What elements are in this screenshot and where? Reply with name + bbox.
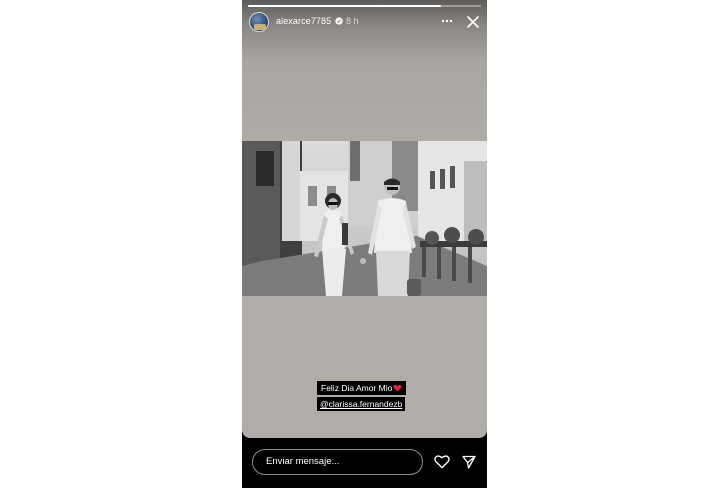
red-heart-emoji-icon: [393, 384, 402, 392]
story-photo: [242, 141, 487, 296]
avatar[interactable]: [249, 12, 269, 32]
story-progress-bar: [248, 5, 481, 7]
mention-link[interactable]: @clarissa.fernandezb: [317, 397, 406, 411]
post-time: 8 h: [346, 16, 359, 26]
more-horizontal-icon[interactable]: [441, 16, 453, 26]
close-icon[interactable]: [466, 15, 480, 29]
paper-plane-icon[interactable]: [462, 455, 476, 469]
username[interactable]: alexarce7785: [276, 16, 331, 26]
caption-message: Feliz Dia Amor Mio: [321, 383, 393, 393]
caption-text: Feliz Dia Amor Mio: [317, 381, 407, 395]
verified-badge-icon: [335, 17, 343, 25]
photo-couple-walking: [242, 141, 487, 296]
reply-input[interactable]: Enviar mensaje...: [252, 449, 423, 475]
story-viewer: alexarce7785 8 h Feliz Dia Amor Mio @cla…: [242, 0, 487, 488]
story-header: alexarce7785 8 h: [242, 10, 487, 36]
story-progress-segment: [248, 5, 441, 7]
reply-bar: Enviar mensaje...: [242, 438, 487, 488]
story-caption: Feliz Dia Amor Mio @clarissa.fernandezb: [317, 381, 407, 412]
heart-outline-icon[interactable]: [434, 454, 450, 469]
